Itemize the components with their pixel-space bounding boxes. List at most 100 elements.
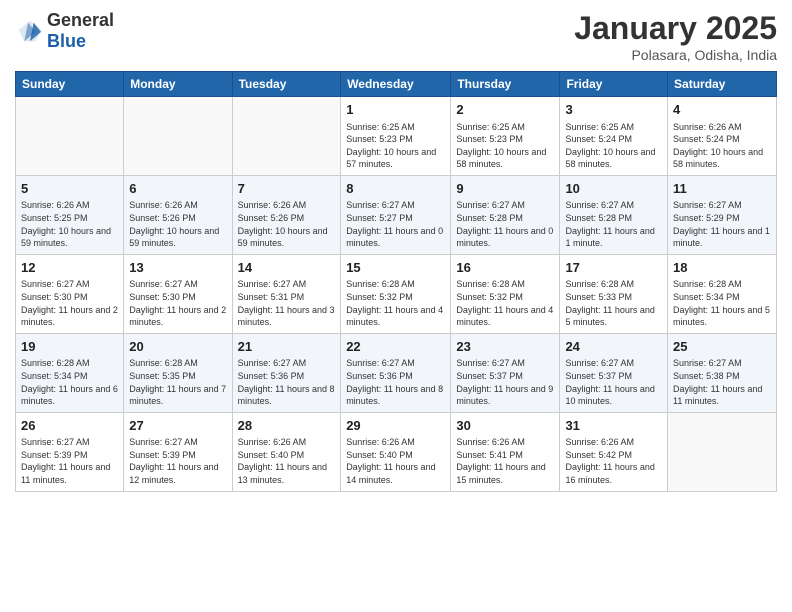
day-info: Sunrise: 6:27 AM Sunset: 5:37 PM Dayligh… (456, 357, 554, 407)
table-row: 16Sunrise: 6:28 AM Sunset: 5:32 PM Dayli… (451, 254, 560, 333)
day-info: Sunrise: 6:27 AM Sunset: 5:37 PM Dayligh… (565, 357, 662, 407)
logo-blue: Blue (47, 31, 86, 51)
day-number: 28 (238, 417, 336, 435)
day-number: 2 (456, 101, 554, 119)
day-number: 23 (456, 338, 554, 356)
day-info: Sunrise: 6:27 AM Sunset: 5:38 PM Dayligh… (673, 357, 771, 407)
day-info: Sunrise: 6:26 AM Sunset: 5:24 PM Dayligh… (673, 121, 771, 171)
calendar-header-row: Sunday Monday Tuesday Wednesday Thursday… (16, 72, 777, 97)
day-info: Sunrise: 6:26 AM Sunset: 5:41 PM Dayligh… (456, 436, 554, 486)
table-row: 31Sunrise: 6:26 AM Sunset: 5:42 PM Dayli… (560, 412, 668, 491)
day-number: 20 (129, 338, 226, 356)
table-row: 9Sunrise: 6:27 AM Sunset: 5:28 PM Daylig… (451, 175, 560, 254)
day-info: Sunrise: 6:27 AM Sunset: 5:39 PM Dayligh… (129, 436, 226, 486)
day-info: Sunrise: 6:27 AM Sunset: 5:29 PM Dayligh… (673, 199, 771, 249)
day-number: 31 (565, 417, 662, 435)
table-row: 23Sunrise: 6:27 AM Sunset: 5:37 PM Dayli… (451, 333, 560, 412)
day-number: 7 (238, 180, 336, 198)
table-row: 2 Sunrise: 6:25 AM Sunset: 5:23 PM Daylig… (451, 97, 560, 176)
table-row: 3 Sunrise: 6:25 AM Sunset: 5:24 PM Daylig… (560, 97, 668, 176)
day-info: Sunrise: 6:27 AM Sunset: 5:30 PM Dayligh… (129, 278, 226, 328)
table-row (668, 412, 777, 491)
col-friday: Friday (560, 72, 668, 97)
col-saturday: Saturday (668, 72, 777, 97)
day-number: 3 (565, 101, 662, 119)
month-title: January 2025 (574, 10, 777, 47)
table-row: 1Sunrise: 6:25 AM Sunset: 5:23 PM Daylig… (341, 97, 451, 176)
day-info: Sunrise: 6:27 AM Sunset: 5:28 PM Dayligh… (565, 199, 662, 249)
day-info: Sunrise: 6:28 AM Sunset: 5:32 PM Dayligh… (456, 278, 554, 328)
day-info: Sunrise: 6:28 AM Sunset: 5:32 PM Dayligh… (346, 278, 445, 328)
table-row: 15Sunrise: 6:28 AM Sunset: 5:32 PM Dayli… (341, 254, 451, 333)
day-info: Sunrise: 6:27 AM Sunset: 5:39 PM Dayligh… (21, 436, 118, 486)
table-row: 6Sunrise: 6:26 AM Sunset: 5:26 PM Daylig… (124, 175, 232, 254)
day-number: 6 (129, 180, 226, 198)
table-row: 27Sunrise: 6:27 AM Sunset: 5:39 PM Dayli… (124, 412, 232, 491)
table-row: 4 Sunrise: 6:26 AM Sunset: 5:24 PM Daylig… (668, 97, 777, 176)
table-row: 25Sunrise: 6:27 AM Sunset: 5:38 PM Dayli… (668, 333, 777, 412)
calendar-week-row: 19Sunrise: 6:28 AM Sunset: 5:34 PM Dayli… (16, 333, 777, 412)
table-row: 11Sunrise: 6:27 AM Sunset: 5:29 PM Dayli… (668, 175, 777, 254)
day-info: Sunrise: 6:27 AM Sunset: 5:36 PM Dayligh… (346, 357, 445, 407)
table-row: 7Sunrise: 6:26 AM Sunset: 5:26 PM Daylig… (232, 175, 341, 254)
table-row: 28Sunrise: 6:26 AM Sunset: 5:40 PM Dayli… (232, 412, 341, 491)
table-row: 14Sunrise: 6:27 AM Sunset: 5:31 PM Dayli… (232, 254, 341, 333)
location-title: Polasara, Odisha, India (574, 47, 777, 63)
day-number: 26 (21, 417, 118, 435)
table-row: 12Sunrise: 6:27 AM Sunset: 5:30 PM Dayli… (16, 254, 124, 333)
logo-icon (15, 17, 43, 45)
day-info: Sunrise: 6:27 AM Sunset: 5:28 PM Dayligh… (456, 199, 554, 249)
col-sunday: Sunday (16, 72, 124, 97)
table-row (124, 97, 232, 176)
day-info: Sunrise: 6:28 AM Sunset: 5:34 PM Dayligh… (21, 357, 118, 407)
day-info: Sunrise: 6:28 AM Sunset: 5:33 PM Dayligh… (565, 278, 662, 328)
table-row: 10Sunrise: 6:27 AM Sunset: 5:28 PM Dayli… (560, 175, 668, 254)
logo-general: General (47, 10, 114, 30)
col-monday: Monday (124, 72, 232, 97)
calendar-week-row: 1 Sunrise: 6:25 AM Sunset: 5:23 PM Daylig… (16, 97, 777, 176)
day-info: Sunrise: 6:26 AM Sunset: 5:42 PM Dayligh… (565, 436, 662, 486)
table-row: 17Sunrise: 6:28 AM Sunset: 5:33 PM Dayli… (560, 254, 668, 333)
title-block: January 2025 Polasara, Odisha, India (574, 10, 777, 63)
calendar-week-row: 5Sunrise: 6:26 AM Sunset: 5:25 PM Daylig… (16, 175, 777, 254)
day-number: 24 (565, 338, 662, 356)
calendar-week-row: 12 Sunrise: 6:27 AM Sunset: 5:30 PM Dayli… (16, 254, 777, 333)
day-info: Sunrise: 6:28 AM Sunset: 5:34 PM Dayligh… (673, 278, 771, 328)
table-row: 18Sunrise: 6:28 AM Sunset: 5:34 PM Dayli… (668, 254, 777, 333)
day-number: 8 (346, 180, 445, 198)
day-number: 18 (673, 259, 771, 277)
header: General Blue January 2025 Polasara, Odis… (15, 10, 777, 63)
day-number: 5 (21, 180, 118, 198)
table-row (232, 97, 341, 176)
day-info: Sunrise: 6:27 AM Sunset: 5:36 PM Dayligh… (238, 357, 336, 407)
day-info: Sunrise: 6:26 AM Sunset: 5:26 PM Dayligh… (238, 199, 336, 249)
day-number: 1 (346, 101, 445, 119)
table-row: 30Sunrise: 6:26 AM Sunset: 5:41 PM Dayli… (451, 412, 560, 491)
day-info: Sunrise: 6:26 AM Sunset: 5:40 PM Dayligh… (238, 436, 336, 486)
table-row: 21Sunrise: 6:27 AM Sunset: 5:36 PM Dayli… (232, 333, 341, 412)
page: General Blue January 2025 Polasara, Odis… (0, 0, 792, 612)
day-number: 19 (21, 338, 118, 356)
col-tuesday: Tuesday (232, 72, 341, 97)
calendar-week-row: 26Sunrise: 6:27 AM Sunset: 5:39 PM Dayli… (16, 412, 777, 491)
table-row: 24Sunrise: 6:27 AM Sunset: 5:37 PM Dayli… (560, 333, 668, 412)
table-row: 20Sunrise: 6:28 AM Sunset: 5:35 PM Dayli… (124, 333, 232, 412)
day-number: 12 (21, 259, 118, 277)
col-wednesday: Wednesday (341, 72, 451, 97)
logo-text: General Blue (47, 10, 114, 52)
day-number: 30 (456, 417, 554, 435)
day-info: Sunrise: 6:25 AM Sunset: 5:23 PM Dayligh… (456, 121, 554, 171)
day-info: Sunrise: 6:27 AM Sunset: 5:31 PM Dayligh… (238, 278, 336, 328)
day-number: 15 (346, 259, 445, 277)
table-row: 8Sunrise: 6:27 AM Sunset: 5:27 PM Daylig… (341, 175, 451, 254)
day-info: Sunrise: 6:26 AM Sunset: 5:25 PM Dayligh… (21, 199, 118, 249)
day-number: 10 (565, 180, 662, 198)
day-info: Sunrise: 6:26 AM Sunset: 5:40 PM Dayligh… (346, 436, 445, 486)
day-number: 29 (346, 417, 445, 435)
day-number: 4 (673, 101, 771, 119)
day-info: Sunrise: 6:26 AM Sunset: 5:26 PM Dayligh… (129, 199, 226, 249)
day-number: 25 (673, 338, 771, 356)
logo: General Blue (15, 10, 114, 52)
day-info: Sunrise: 6:25 AM Sunset: 5:24 PM Dayligh… (565, 121, 662, 171)
table-row: 19Sunrise: 6:28 AM Sunset: 5:34 PM Dayli… (16, 333, 124, 412)
